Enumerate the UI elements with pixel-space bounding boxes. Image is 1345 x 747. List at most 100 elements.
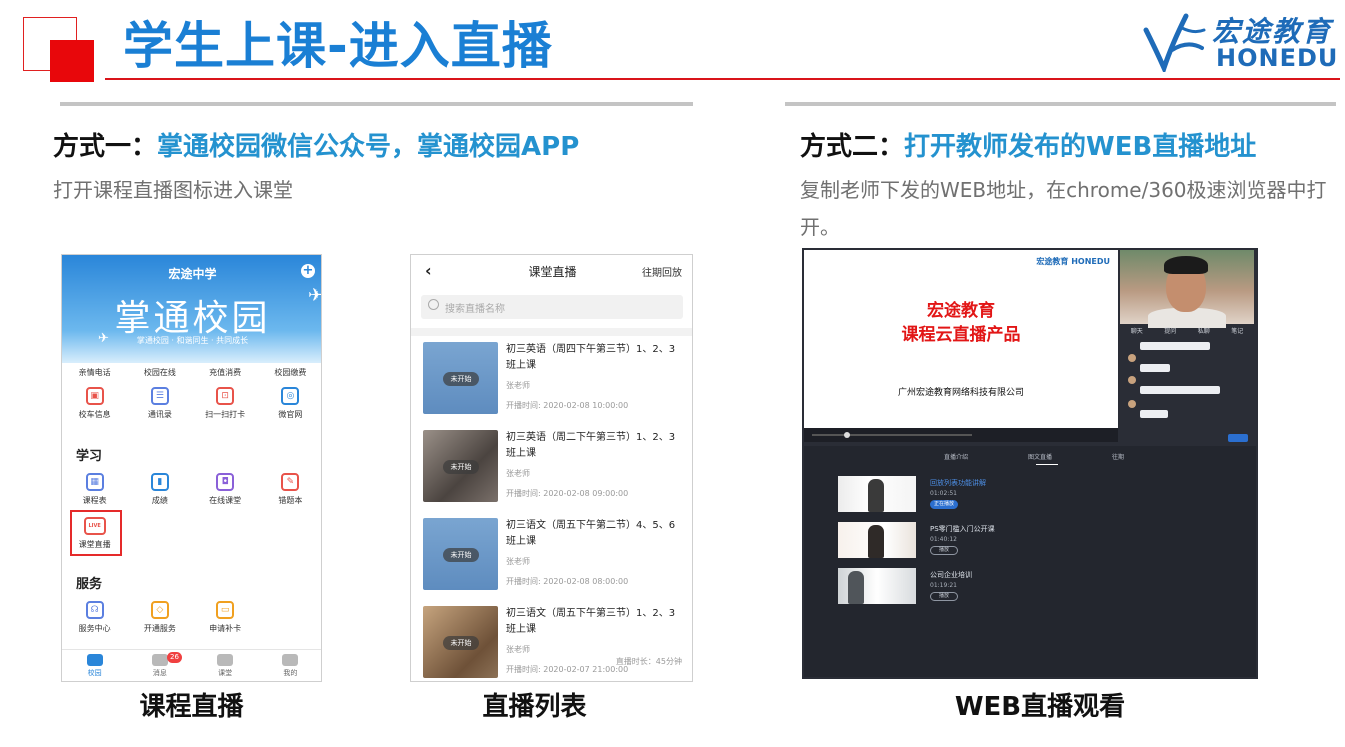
course-teacher: 张老师	[506, 381, 530, 390]
tab-messages[interactable]: 消息	[127, 650, 192, 681]
feature-grades[interactable]: ▮ 成绩	[127, 473, 192, 506]
quick-link-campus-online[interactable]: 校园在线	[127, 367, 192, 378]
replay-item[interactable]: 公司企业培训 01:19:21 播放	[838, 568, 1218, 608]
playing-button[interactable]: 正在播放	[930, 500, 958, 509]
add-icon[interactable]: +	[301, 264, 315, 278]
course-thumbnail: 未开始	[423, 518, 498, 590]
feature-bus[interactable]: ▣ 校车信息	[62, 387, 127, 420]
method2-description: 复制老师下发的WEB地址，在chrome/360极速浏览器中打开。	[800, 178, 1327, 239]
replay-list-tabs: 直播介绍 图文直播 往期	[944, 452, 1124, 461]
feature-label: 校车信息	[78, 410, 111, 419]
tab-label: 消息	[152, 668, 167, 677]
replay-list: 直播介绍 图文直播 往期 回放列表功能讲解 01:02:51 正在播放 PS零门…	[804, 446, 1256, 677]
chat-message	[1140, 410, 1168, 418]
teacher-hair	[1164, 256, 1208, 274]
course-item[interactable]: 未开始 初三英语（周四下午第三节）1、2、3班上课 张老师 开播时间: 2020…	[411, 342, 692, 430]
tab-live-intro[interactable]: 直播介绍	[944, 452, 968, 461]
slide-title-line1: 宏途教育	[927, 301, 995, 321]
classroom-icon	[217, 653, 234, 666]
tab-question[interactable]: 提问	[1164, 326, 1176, 338]
feature-website[interactable]: ◎ 微官网	[258, 387, 321, 420]
chat-tabs: 聊天 提问 私聊 笔记	[1120, 326, 1254, 338]
feature-card-replacement[interactable]: ▭ 申请补卡	[193, 601, 258, 634]
tab-label: 课堂	[218, 668, 233, 677]
course-item[interactable]: 未开始 初三英语（周二下午第三节）1、2、3班上课 张老师 开播时间: 2020…	[411, 430, 692, 518]
replay-title: PS零门槛入门公开课	[930, 525, 995, 533]
app-banner: 宏途中学 + ✈ ✈ 掌通校园 掌通校园 · 和谐同生 · 共同成长	[62, 255, 321, 363]
feature-label: 申请补卡	[209, 624, 242, 633]
live-list-header: ‹ 课堂直播 往期回放	[411, 255, 692, 287]
feature-label: 通讯录	[147, 410, 172, 419]
play-button[interactable]: 播放	[930, 546, 958, 555]
service-center-icon: ☊	[85, 601, 104, 619]
feature-contacts[interactable]: ☰ 通讯录	[127, 387, 192, 420]
replay-thumbnail	[838, 476, 916, 512]
message-icon	[151, 653, 168, 666]
tab-me[interactable]: 我的	[258, 650, 321, 681]
tab-campus[interactable]: 校园	[62, 650, 127, 681]
play-button[interactable]: 播放	[930, 592, 958, 601]
past-replay-link[interactable]: 往期回放	[642, 264, 682, 279]
search-placeholder: 搜索直播名称	[445, 304, 505, 315]
feature-label: 课程表	[82, 496, 107, 505]
quick-link-fees[interactable]: 校园缴费	[258, 367, 321, 378]
tab-chat[interactable]: 聊天	[1131, 326, 1143, 338]
course-item[interactable]: 未开始 初三语文（周五下午第三节）1、2、3班上课 张老师 直播时长：45分钟 …	[411, 606, 692, 681]
course-title: 初三语文（周五下午第二节）4、5、6班上课	[506, 520, 676, 547]
replay-thumbnail	[838, 568, 916, 604]
send-button[interactable]	[1228, 434, 1248, 442]
feature-schedule[interactable]: ▦ 课程表	[62, 473, 127, 506]
caption-live-list: 直播列表	[482, 692, 587, 722]
quick-links: 亲情电话 校园在线 充值消费 校园缴费	[62, 367, 321, 378]
course-start-time: 开播时间: 2020-02-08 09:00:00	[506, 489, 629, 498]
progress-bar[interactable]	[812, 434, 972, 436]
feature-online-class[interactable]: ◘ 在线课堂	[193, 473, 258, 506]
tab-private[interactable]: 私聊	[1198, 326, 1210, 338]
app-slogan: 掌通校园 · 和谐同生 · 共同成长	[136, 336, 249, 345]
feature-service-center[interactable]: ☊ 服务中心	[62, 601, 127, 634]
replay-item[interactable]: 回放列表功能讲解 01:02:51 正在播放	[838, 476, 1218, 516]
feature-label: 微官网	[278, 410, 303, 419]
progress-handle[interactable]	[844, 432, 850, 438]
logo-mark-icon	[1143, 13, 1206, 75]
avatar	[1128, 376, 1136, 384]
course-start-time: 开播时间: 2020-02-08 08:00:00	[506, 577, 629, 586]
not-started-label: 未开始	[443, 636, 479, 650]
not-started-label: 未开始	[443, 372, 479, 386]
live-search-input[interactable]: 搜索直播名称	[421, 295, 683, 319]
feature-label: 在线课堂	[209, 496, 242, 505]
course-teacher: 张老师	[506, 469, 530, 478]
feature-mistakes[interactable]: ✎ 错题本	[258, 473, 321, 506]
active-tab-indicator	[1036, 464, 1058, 465]
tab-past[interactable]: 往期	[1112, 452, 1124, 461]
tab-graphic-live[interactable]: 图文直播	[1028, 452, 1052, 461]
quick-link-recharge[interactable]: 充值消费	[193, 367, 258, 378]
app-brand: 掌通校园	[114, 298, 271, 339]
right-divider	[785, 102, 1336, 106]
tab-notes[interactable]: 笔记	[1231, 326, 1243, 338]
slide-logo: 宏途教育 HONEDU	[1036, 257, 1110, 266]
presenter-figure	[848, 571, 864, 604]
chat-message	[1140, 386, 1220, 394]
replay-item[interactable]: PS零门槛入门公开课 01:40:12 播放	[838, 522, 1218, 562]
globe-icon: ◎	[281, 387, 300, 405]
mistakes-icon: ✎	[281, 473, 300, 491]
slide-company: 广州宏途教育网络科技有限公司	[897, 388, 1024, 398]
course-item[interactable]: 未开始 初三语文（周五下午第二节）4、5、6班上课 张老师 开播时间: 2020…	[411, 518, 692, 606]
feature-row-4: ☊ 服务中心 ◇ 开通服务 ▭ 申请补卡	[62, 601, 321, 634]
scan-icon: ⊡	[216, 387, 235, 405]
quick-link-family-phone[interactable]: 亲情电话	[62, 367, 127, 378]
section-title-service: 服务	[76, 577, 103, 592]
feature-scan[interactable]: ⊡ 扫一扫打卡	[193, 387, 258, 420]
tab-label: 校园	[87, 668, 102, 677]
online-class-icon: ◘	[216, 473, 235, 491]
tab-classroom[interactable]: 课堂	[193, 650, 258, 681]
player-controls[interactable]	[804, 428, 1118, 442]
open-service-icon: ◇	[150, 601, 169, 619]
list-divider	[411, 328, 692, 336]
contacts-icon: ☰	[150, 387, 169, 405]
feature-open-service[interactable]: ◇ 开通服务	[127, 601, 192, 634]
course-thumbnail: 未开始	[423, 606, 498, 678]
feature-label: 扫一扫打卡	[205, 410, 246, 419]
not-started-label: 未开始	[443, 548, 479, 562]
